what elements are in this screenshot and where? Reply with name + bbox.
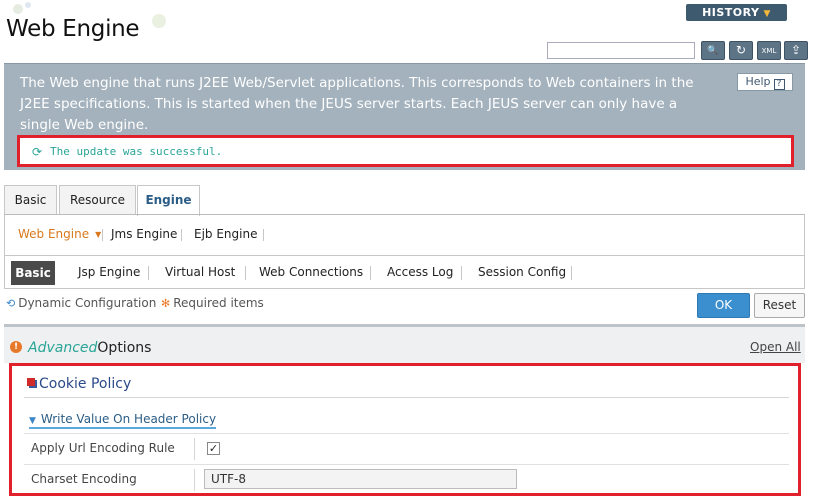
section-tab-web-connections[interactable]: Web Connections <box>259 265 363 279</box>
legend-required-label: Required items <box>173 296 264 310</box>
success-icon: ⟳ <box>32 145 43 159</box>
section-tab-basic[interactable]: Basic <box>11 261 55 285</box>
xml-icon: XML <box>761 47 777 55</box>
search-icon: 🔍 <box>707 46 719 56</box>
section-tab-access-log[interactable]: Access Log <box>387 265 453 279</box>
subtab-web-engine[interactable]: Web Engine ▼ <box>18 227 101 241</box>
field-label: Apply Url Encoding Rule <box>31 441 175 455</box>
separator <box>194 469 195 491</box>
options-label: Options <box>97 340 152 356</box>
search-button[interactable]: 🔍 <box>701 41 725 60</box>
status-message-box: ⟳ The update was successful. <box>17 135 794 167</box>
decorative-dot <box>25 2 31 8</box>
open-all-link[interactable]: Open All <box>750 340 801 354</box>
separator <box>245 266 246 280</box>
separator <box>571 266 572 280</box>
subtab-jms-engine[interactable]: Jms Engine <box>111 227 177 241</box>
separator <box>370 266 371 280</box>
refresh-button[interactable]: ↻ <box>729 41 753 60</box>
field-row: Apply Url Encoding Rule ✓ <box>24 433 789 463</box>
separator <box>194 438 195 460</box>
legend-dynamic-label: Dynamic Configuration <box>18 296 157 310</box>
help-button[interactable]: Help? <box>737 73 793 91</box>
xml-button[interactable]: XML <box>757 41 781 60</box>
section-label: Write Value On Header Policy <box>40 412 217 426</box>
engine-subtabs: Web Engine ▼ Jms Engine Ejb Engine <box>4 215 805 255</box>
section-tab-virtual-host[interactable]: Virtual Host <box>165 265 235 279</box>
separator <box>263 229 264 241</box>
help-label: Help <box>745 75 771 88</box>
divider <box>24 397 789 398</box>
dynamic-config-icon: ⟲ <box>6 297 16 310</box>
export-icon: ⇪ <box>790 43 802 57</box>
advanced-options-header: ! AdvancedOptions Open All <box>4 327 805 363</box>
separator <box>181 229 182 241</box>
section-icon <box>27 378 35 386</box>
info-icon: ! <box>10 341 22 353</box>
field-label: Charset Encoding <box>31 472 137 486</box>
write-value-section-toggle[interactable]: ▼ Write Value On Header Policy <box>29 412 217 429</box>
advanced-label: Advanced <box>28 340 98 356</box>
cookie-policy-panel: Cookie Policy ▼ Write Value On Header Pol… <box>9 363 801 496</box>
history-button[interactable]: HISTORY ▼ <box>686 4 787 21</box>
subtab-label: Web Engine <box>18 227 90 241</box>
caret-down-icon: ▼ <box>29 416 36 426</box>
section-tabs: Basic Jsp Engine Virtual Host Web Connec… <box>4 255 805 289</box>
legend-required: ✻ Required items <box>161 296 264 310</box>
tab-basic[interactable]: Basic <box>4 185 57 215</box>
refresh-icon: ↻ <box>735 43 747 57</box>
charset-encoding-input[interactable]: UTF-8 <box>204 469 517 489</box>
decorative-dot <box>152 14 166 28</box>
search-input[interactable] <box>547 42 695 59</box>
reset-button[interactable]: Reset <box>754 293 805 318</box>
field-row: Charset Encoding UTF-8 <box>24 464 789 494</box>
legend-dynamic: ⟲ Dynamic Configuration <box>6 296 156 310</box>
chevron-down-icon: ▼ <box>763 9 771 19</box>
subtab-ejb-engine[interactable]: Ejb Engine <box>194 227 257 241</box>
separator <box>461 266 462 280</box>
tab-engine[interactable]: Engine <box>137 185 200 216</box>
separator <box>102 229 103 241</box>
advanced-options-title: AdvancedOptions <box>28 340 151 356</box>
export-button[interactable]: ⇪ <box>784 41 808 60</box>
cookie-policy-label: Cookie Policy <box>39 376 132 392</box>
engine-description: The Web engine that runs J2EE Web/Servle… <box>20 75 694 133</box>
section-tab-session-config[interactable]: Session Config <box>478 265 566 279</box>
question-icon: ? <box>773 79 785 90</box>
status-message: The update was successful. <box>50 145 223 158</box>
separator <box>148 266 149 280</box>
tab-resource[interactable]: Resource <box>59 185 136 215</box>
decorative-dot <box>13 4 23 14</box>
description-panel: The Web engine that runs J2EE Web/Servle… <box>4 63 805 170</box>
apply-url-encoding-checkbox[interactable]: ✓ <box>207 442 220 455</box>
ok-button[interactable]: OK <box>697 293 750 318</box>
page-title: Web Engine <box>6 16 140 42</box>
history-label: HISTORY <box>702 6 760 19</box>
required-icon: ✻ <box>161 297 171 310</box>
section-tab-jsp-engine[interactable]: Jsp Engine <box>78 265 140 279</box>
cookie-policy-title: Cookie Policy <box>27 376 131 392</box>
caret-down-icon: ▼ <box>95 230 102 239</box>
